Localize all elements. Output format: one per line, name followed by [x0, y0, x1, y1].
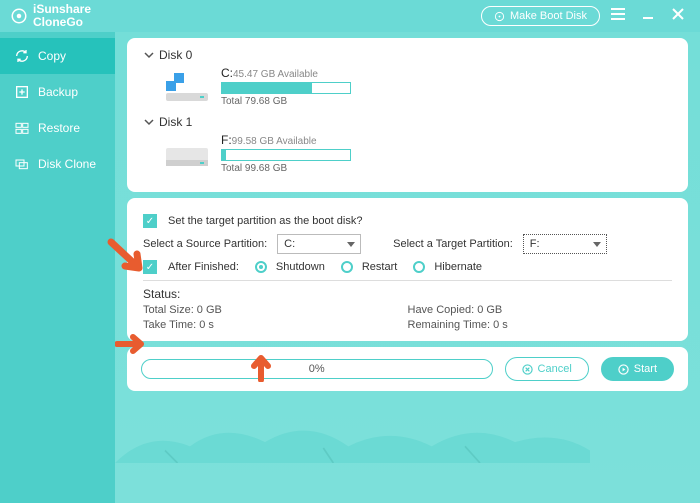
sidebar-item-label: Restore [38, 121, 80, 135]
sidebar-item-label: Copy [38, 49, 66, 63]
after-finished-checkbox[interactable]: ✓ [143, 260, 157, 274]
sidebar-item-label: Disk Clone [38, 157, 96, 171]
radio-restart-label: Restart [362, 261, 397, 273]
partition-total: Total 79.68 GB [221, 96, 351, 107]
restore-icon [14, 120, 30, 136]
disk-header-label: Disk 0 [159, 48, 192, 62]
progress-bar: 0% [141, 359, 493, 379]
sidebar: Copy Backup Restore Disk Clone [0, 32, 115, 503]
make-boot-disk-button[interactable]: Make Boot Disk [481, 6, 600, 26]
disk-header-1[interactable]: Disk 1 [143, 115, 672, 129]
logo-icon [10, 7, 28, 25]
drive-icon [163, 137, 211, 171]
minimize-button[interactable] [636, 7, 660, 25]
target-partition-label: Select a Target Partition: [393, 238, 513, 250]
progress-text: 0% [309, 363, 325, 375]
decorative-clouds [115, 413, 590, 463]
sidebar-item-label: Backup [38, 85, 78, 99]
partition-row-c[interactable]: C:45.47 GB Available Total 79.68 GB [163, 66, 672, 107]
status-remaining: Remaining Time: 0 s [408, 319, 673, 331]
disk-header-0[interactable]: Disk 0 [143, 48, 672, 62]
minimize-icon [642, 8, 654, 20]
partition-row-f[interactable]: F:99.58 GB Available Total 99.68 GB [163, 133, 672, 174]
sidebar-item-restore[interactable]: Restore [0, 110, 115, 146]
status-title: Status: [143, 287, 672, 301]
radio-shutdown-label: Shutdown [276, 261, 325, 273]
sidebar-item-backup[interactable]: Backup [0, 74, 115, 110]
play-icon [618, 364, 629, 375]
set-boot-label: Set the target partition as the boot dis… [168, 215, 362, 227]
cancel-button[interactable]: Cancel [505, 357, 589, 381]
chevron-down-icon [143, 116, 155, 128]
usage-bar [221, 82, 351, 94]
backup-icon [14, 84, 30, 100]
cancel-label: Cancel [538, 363, 572, 375]
drive-icon [163, 70, 211, 104]
disk-icon [494, 11, 505, 22]
status-grid: Total Size: 0 GB Have Copied: 0 GB Take … [143, 304, 672, 331]
disk-header-label: Disk 1 [159, 115, 192, 129]
status-take-time: Take Time: 0 s [143, 319, 408, 331]
disk-clone-icon [14, 156, 30, 172]
source-partition-select[interactable]: C: [277, 234, 361, 254]
titlebar: iSunshare CloneGo Make Boot Disk [0, 0, 700, 32]
app-logo: iSunshare CloneGo [10, 3, 91, 29]
close-button[interactable] [666, 7, 690, 25]
main-area: Disk 0 C:45.47 GB Available Total 79.68 … [115, 32, 700, 503]
start-button[interactable]: Start [601, 357, 674, 381]
radio-hibernate[interactable] [413, 261, 425, 273]
partition-total: Total 99.68 GB [221, 163, 351, 174]
radio-restart[interactable] [341, 261, 353, 273]
app-name-2: CloneGo [33, 16, 91, 29]
source-partition-label: Select a Source Partition: [143, 238, 267, 250]
usage-bar [221, 149, 351, 161]
radio-hibernate-label: Hibernate [434, 261, 482, 273]
make-boot-label: Make Boot Disk [510, 10, 587, 22]
sidebar-item-copy[interactable]: Copy [0, 38, 115, 74]
divider [143, 280, 672, 281]
footer-panel: 0% Cancel Start [127, 347, 688, 391]
menu-icon [611, 8, 625, 20]
disks-panel: Disk 0 C:45.47 GB Available Total 79.68 … [127, 38, 688, 192]
target-partition-select[interactable]: F: [523, 234, 607, 254]
close-icon [672, 8, 684, 20]
partition-letter: F:99.58 GB Available [221, 133, 351, 147]
menu-button[interactable] [606, 7, 630, 25]
radio-shutdown[interactable] [255, 261, 267, 273]
start-label: Start [634, 363, 657, 375]
chevron-down-icon [143, 49, 155, 61]
sidebar-item-disk-clone[interactable]: Disk Clone [0, 146, 115, 182]
after-finished-label: After Finished: [168, 261, 239, 273]
options-panel: ✓ Set the target partition as the boot d… [127, 198, 688, 341]
set-boot-checkbox[interactable]: ✓ [143, 214, 157, 228]
status-total-size: Total Size: 0 GB [143, 304, 408, 316]
cancel-icon [522, 364, 533, 375]
copy-icon [14, 48, 30, 64]
status-have-copied: Have Copied: 0 GB [408, 304, 673, 316]
partition-letter: C:45.47 GB Available [221, 66, 351, 80]
